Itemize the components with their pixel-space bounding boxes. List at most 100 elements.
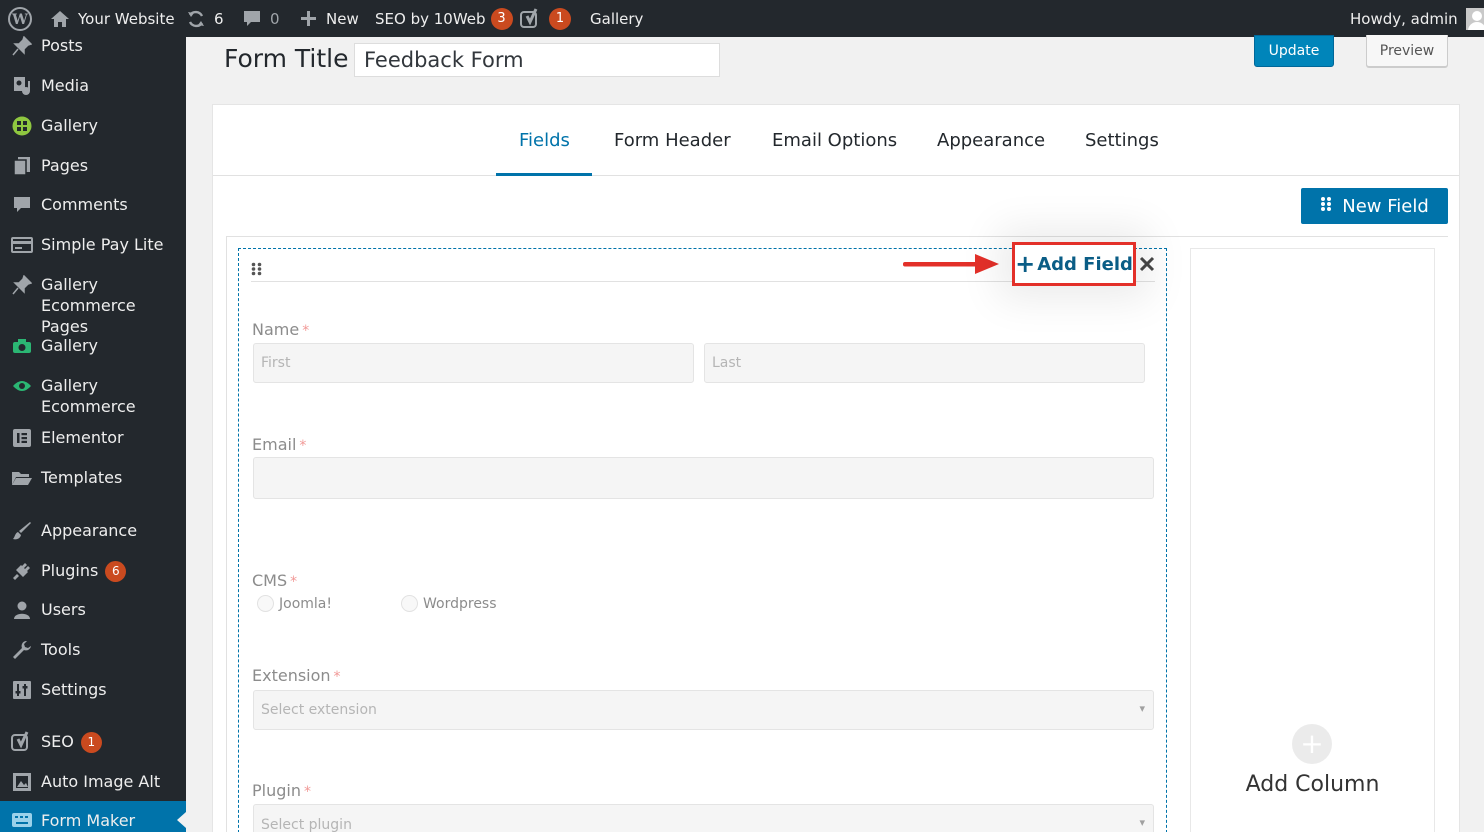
sidebar-item-plugins[interactable]: Plugins 6 (0, 560, 186, 582)
preview-button[interactable]: Preview (1366, 35, 1448, 67)
sidebar-item-posts[interactable]: Posts (0, 35, 186, 56)
form-title-input[interactable] (354, 43, 720, 77)
update-button[interactable]: Update (1254, 35, 1334, 67)
home-icon (50, 10, 70, 28)
comments-link[interactable]: 0 (243, 0, 280, 37)
radio-button[interactable] (401, 595, 418, 612)
plugin-select[interactable]: Select plugin (253, 804, 1154, 832)
refresh-icon (186, 9, 206, 29)
site-name-link[interactable]: Your Website (50, 0, 175, 37)
form-column (238, 248, 1167, 832)
tab-settings[interactable]: Settings (1085, 105, 1159, 176)
sidebar-item-simple-pay-lite[interactable]: Simple Pay Lite (0, 234, 186, 255)
gallery-label: Gallery (590, 9, 644, 28)
user-icon (0, 599, 41, 620)
sidebar-item-seo[interactable]: SEO 1 (0, 730, 186, 753)
sidebar-item-label: Simple Pay Lite (41, 235, 164, 254)
site-name-label: Your Website (78, 9, 175, 28)
sidebar-item-users[interactable]: Users (0, 599, 186, 620)
eye-icon (0, 375, 41, 396)
svg-text:W: W (11, 12, 28, 28)
last-name-input[interactable]: Last (704, 343, 1145, 383)
add-column-plus-icon[interactable]: + (1292, 724, 1332, 764)
email-field-label: Email * (252, 435, 307, 454)
sidebar-item-label: Pages (41, 156, 89, 175)
sidebar-item-templates[interactable]: Templates (0, 467, 186, 488)
tab-fields[interactable]: Fields (519, 105, 570, 176)
avatar (1465, 7, 1484, 30)
pin-icon (0, 274, 41, 295)
sidebar-item-label: Posts (41, 36, 83, 55)
active-tab-indicator (496, 173, 592, 176)
sidebar-item-auto-image-alt[interactable]: Auto Image Alt (0, 771, 186, 792)
updates-count: 6 (214, 9, 224, 28)
arrow-right-icon (903, 252, 1001, 280)
sidebar-item-comments[interactable]: Comments (0, 194, 186, 215)
sidebar-item-gallery[interactable]: Gallery (0, 115, 186, 136)
keyboard-icon (0, 810, 41, 831)
pages-icon (0, 155, 41, 176)
sidebar-item-form-maker[interactable]: Form Maker (0, 801, 186, 832)
sidebar-item-label: Gallery (41, 336, 98, 355)
sidebar-item-label: Auto Image Alt (41, 772, 161, 791)
tab-appearance[interactable]: Appearance (937, 105, 1045, 176)
plus-icon (300, 10, 317, 27)
sidebar-item-label: Plugins 6 (41, 560, 127, 582)
close-icon[interactable] (1137, 253, 1157, 275)
plug-icon (0, 560, 41, 581)
editor-tabs: Fields Form Header Email Options Appeara… (213, 105, 1459, 176)
extension-select[interactable]: Select extension (253, 690, 1154, 730)
sidebar-item-label: Comments (41, 195, 128, 214)
sidebar-item-media[interactable]: Media (0, 75, 186, 96)
plugins-update-badge: 6 (105, 561, 127, 582)
sidebar-item-tools[interactable]: Tools (0, 639, 186, 660)
sidebar-item-label: Users (41, 600, 86, 619)
add-field-button[interactable]: + Add Field (1012, 242, 1136, 286)
new-label: New (326, 9, 359, 28)
pin-icon (0, 35, 41, 56)
sidebar-item-label: Appearance (41, 521, 138, 540)
add-field-label: Add Field (1037, 253, 1133, 275)
seo-10web-link[interactable]: SEO by 10Web 3 (375, 0, 513, 37)
sidebar-item-label: Media (41, 76, 90, 95)
sidebar-item-label: SEO 1 (41, 731, 102, 753)
form-title-label: Form Title (224, 44, 349, 73)
yoast-link[interactable]: 1 (520, 0, 571, 37)
cms-option-joomla[interactable]: Joomla! (257, 595, 332, 612)
sidebar-item-appearance[interactable]: Appearance (0, 520, 186, 541)
seo-notification-badge: 1 (80, 732, 102, 753)
yoast-badge: 1 (549, 7, 571, 30)
name-field-label: Name * (252, 320, 310, 339)
cms-option-wordpress[interactable]: Wordpress (401, 595, 497, 612)
sidebar-item-pages[interactable]: Pages (0, 155, 186, 176)
cms-field-label: CMS * (252, 571, 298, 590)
tab-email-options[interactable]: Email Options (772, 105, 897, 176)
howdy-label: Howdy, admin (1350, 9, 1458, 28)
sidebar-item-gallery-ecommerce-pages[interactable]: Gallery Ecommerce Pages (0, 274, 186, 337)
gallery-link[interactable]: Gallery (590, 0, 643, 37)
image-alt-icon (0, 771, 41, 792)
sidebar-item-gallery-2[interactable]: Gallery (0, 335, 186, 356)
comment-bubble-icon (243, 10, 261, 28)
first-name-input[interactable]: First (253, 343, 694, 383)
gallery-icon (0, 115, 41, 136)
tab-form-header[interactable]: Form Header (614, 105, 731, 176)
new-field-button[interactable]: New Field (1301, 188, 1448, 224)
drag-handle-icon[interactable] (251, 261, 262, 280)
sidebar-item-label: Templates (41, 468, 123, 487)
media-icon (0, 75, 41, 96)
sidebar-item-gallery-ecommerce[interactable]: Gallery Ecommerce (0, 375, 186, 417)
new-content-link[interactable]: New (300, 0, 359, 37)
account-menu[interactable]: Howdy, admin (1350, 0, 1484, 37)
email-input[interactable] (253, 457, 1154, 499)
folder-icon (0, 467, 41, 488)
radio-button[interactable] (257, 595, 274, 612)
sidebar-item-label: Gallery (41, 116, 98, 135)
comment-icon (0, 194, 41, 215)
wordpress-logo-icon[interactable]: W (8, 0, 32, 37)
yoast-icon (0, 730, 41, 752)
settings-icon (0, 679, 41, 700)
updates-link[interactable]: 6 (186, 0, 224, 37)
sidebar-item-elementor[interactable]: Elementor (0, 427, 186, 448)
sidebar-item-settings[interactable]: Settings (0, 679, 186, 700)
